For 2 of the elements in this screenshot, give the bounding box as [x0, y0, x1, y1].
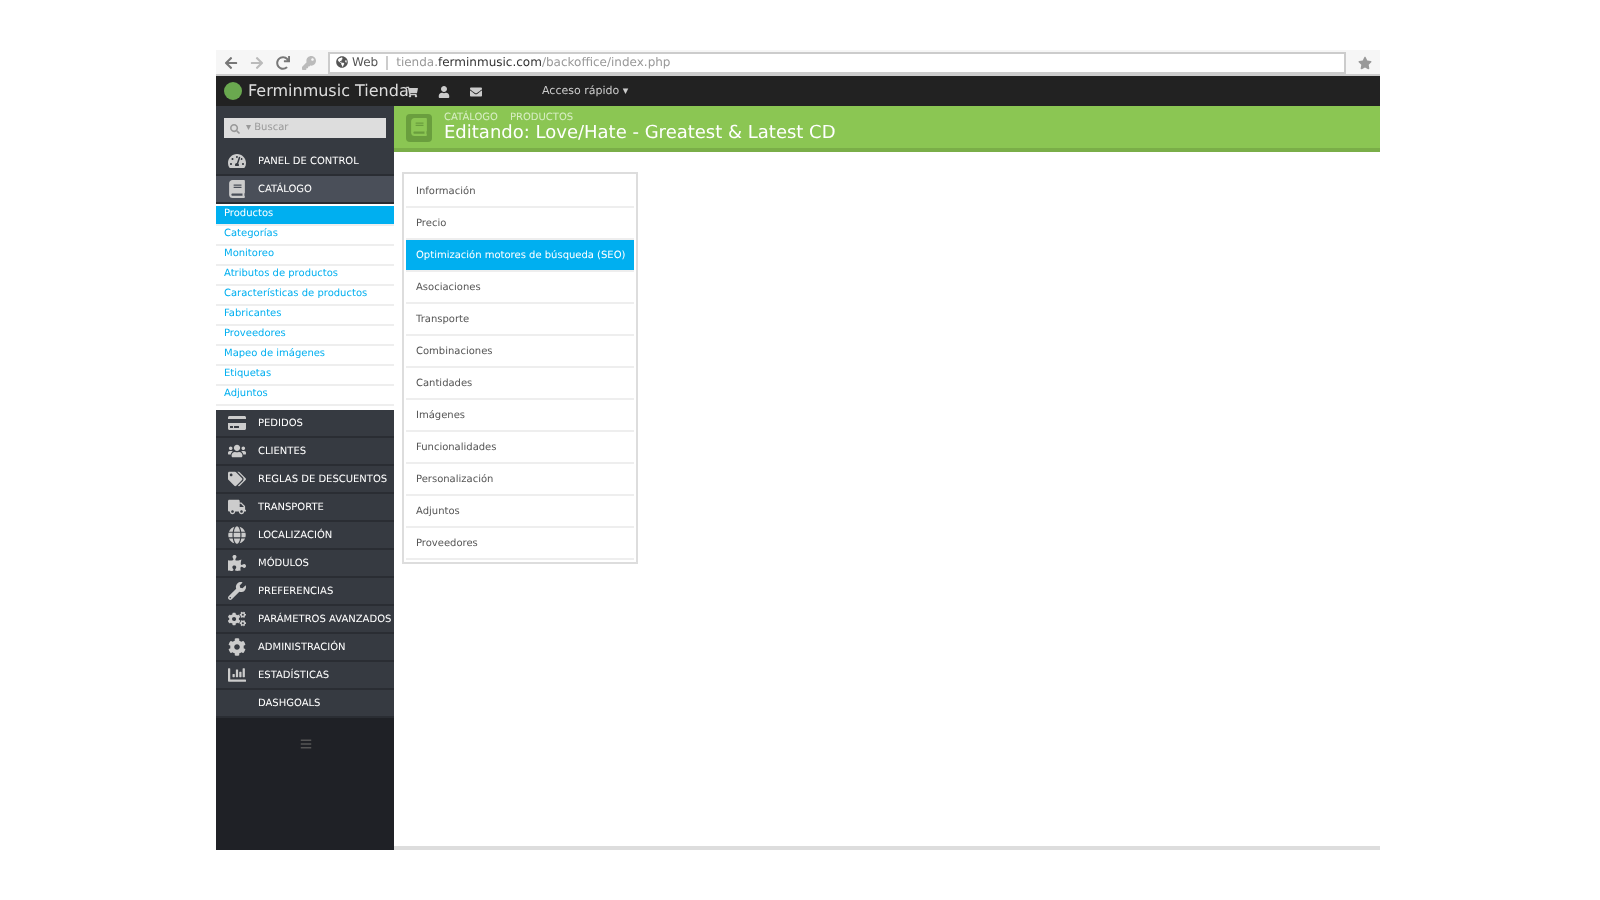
brand-name: Ferminmusic Tienda: [248, 82, 409, 100]
page-title: Editando: Love/Hate - Greatest & Latest CD: [444, 123, 836, 143]
